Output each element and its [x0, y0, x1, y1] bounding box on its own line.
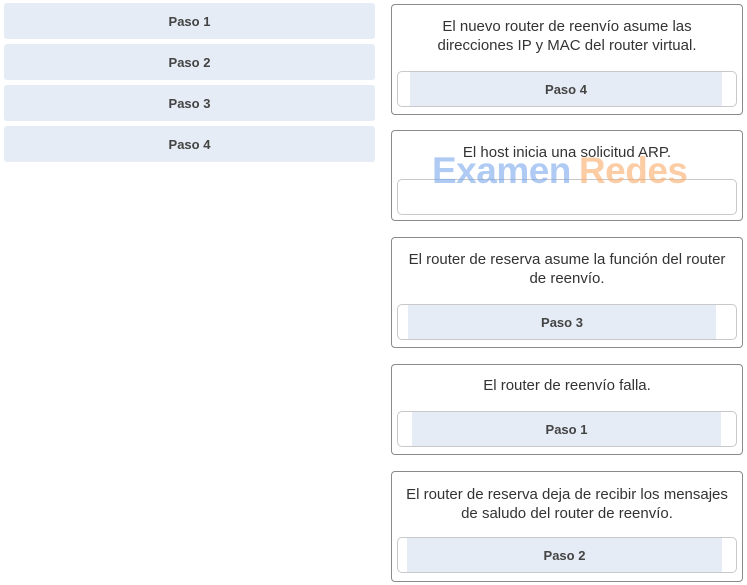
placed-answer-3[interactable]: Paso 3: [408, 305, 716, 339]
placed-answer-1[interactable]: Paso 4: [410, 72, 722, 106]
drop-zone-1[interactable]: Paso 4: [397, 71, 737, 107]
source-item-paso-2[interactable]: Paso 2: [4, 44, 375, 80]
target-card-4: El router de reenvío falla. Paso 1: [391, 364, 743, 455]
target-card-1: El nuevo router de reenvío asume las dir…: [391, 4, 743, 115]
target-text-1: El nuevo router de reenvío asume las dir…: [437, 18, 697, 54]
source-item-paso-1[interactable]: Paso 1: [4, 3, 375, 39]
drop-zone-4[interactable]: Paso 1: [397, 411, 737, 447]
source-item-paso-3[interactable]: Paso 3: [4, 85, 375, 121]
source-item-paso-4[interactable]: Paso 4: [4, 126, 375, 162]
target-text-2: El host inicia una solicitud ARP.: [462, 144, 672, 161]
drop-zone-5[interactable]: Paso 2: [397, 537, 737, 573]
drop-zone-3[interactable]: Paso 3: [397, 304, 737, 340]
target-text-4: El router de reenvío falla.: [483, 377, 651, 394]
target-card-5: El router de reserva deja de recibir los…: [391, 471, 743, 582]
target-text-3: El router de reserva asume la función de…: [408, 251, 726, 287]
drop-zone-2[interactable]: [397, 179, 737, 215]
placed-answer-5[interactable]: Paso 2: [407, 538, 722, 572]
source-list: Paso 1 Paso 2 Paso 3 Paso 4: [4, 3, 375, 167]
target-card-3: El router de reserva asume la función de…: [391, 237, 743, 348]
target-card-2: El host inicia una solicitud ARP.: [391, 130, 743, 221]
target-text-5: El router de reserva deja de recibir los…: [406, 486, 728, 522]
placed-answer-4[interactable]: Paso 1: [412, 412, 721, 446]
